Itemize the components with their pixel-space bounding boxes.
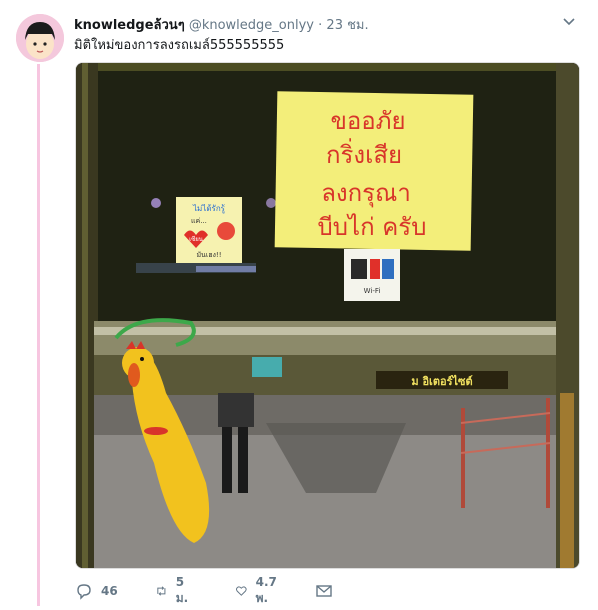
thread-line [37, 64, 40, 606]
retweet-icon [157, 586, 166, 596]
retweet-button[interactable]: 5 ม. [155, 575, 193, 605]
bus-brand-label: ม อิเตอร์ไซต์ [411, 374, 472, 388]
wifi-sticker: Wi-Fi [344, 249, 400, 301]
tweet-photo[interactable]: ขออภัย กริ่งเสีย ลงกรุณา บีบไก่ ครับ ไม่… [75, 62, 580, 569]
main-paper-sign: ขออภัย กริ่งเสีย ลงกรุณา บีบไก่ ครับ [274, 91, 474, 251]
sign-line-3: ลงกรุณา [321, 179, 411, 208]
sticker-left: ไม่ได้รักรู้ แค่... เซียน มันเฮง!! [176, 197, 242, 263]
separator-dot: · [318, 18, 323, 33]
tweet-header: knowledgeล้วนๆ @knowledge_onlyy · 23 ชม. [74, 14, 578, 33]
retweet-count: 5 ม. [175, 574, 189, 605]
like-count: 4.7 พ. [255, 574, 277, 605]
sign-line-2: กริ่งเสีย [326, 138, 402, 169]
timestamp[interactable]: 23 ชม. [326, 18, 368, 33]
envelope-icon [316, 585, 332, 597]
reply-icon [77, 584, 91, 600]
sign-line-1: ขออภัย [330, 107, 405, 135]
tweet-text: มิติใหม่ของการลงรถเมล์555555555 [74, 38, 285, 53]
svg-text:เซียน: เซียน [189, 235, 203, 243]
svg-text:ไม่ได้รักรู้: ไม่ได้รักรู้ [192, 204, 226, 214]
reply-count: 46 [101, 584, 118, 598]
heart-icon [236, 586, 247, 596]
direct-message-button[interactable] [315, 580, 333, 602]
svg-text:Wi-Fi: Wi-Fi [364, 287, 381, 295]
chevron-down-icon[interactable] [562, 15, 576, 29]
user-handle[interactable]: @knowledge_onlyy [189, 18, 314, 33]
reply-button[interactable]: 46 [75, 580, 118, 602]
like-button[interactable]: 4.7 พ. [235, 575, 282, 605]
display-name[interactable]: knowledgeล้วนๆ [74, 18, 185, 33]
avatar-image [16, 14, 64, 62]
avatar[interactable] [16, 14, 64, 62]
bus-door-photo: ขออภัย กริ่งเสีย ลงกรุณา บีบไก่ ครับ ไม่… [76, 63, 579, 568]
tweet[interactable]: knowledgeล้วนๆ @knowledge_onlyy · 23 ชม.… [0, 0, 598, 610]
sign-line-4: บีบไก่ ครับ [318, 213, 427, 241]
svg-text:มันเฮง!!: มันเฮง!! [196, 251, 221, 259]
svg-text:แค่...: แค่... [191, 217, 207, 225]
